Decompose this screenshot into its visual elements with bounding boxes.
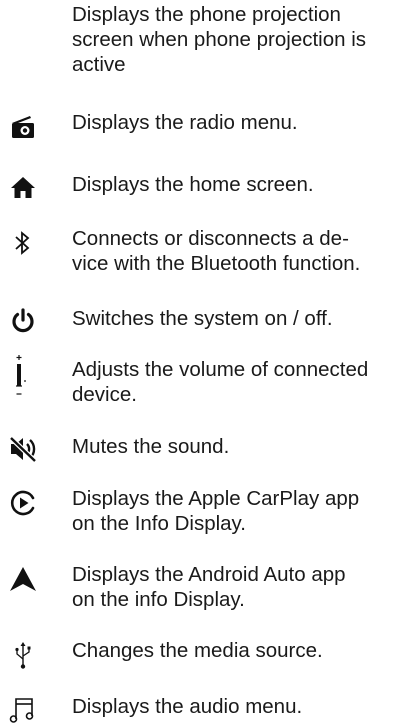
description-line: Connects or disconnects a de-: [72, 227, 349, 250]
entry-description: Switches the system on / off.: [72, 306, 419, 331]
entry-description: Displays the Android Auto app on the inf…: [72, 562, 419, 612]
description-line: Displays the Apple CarPlay app: [72, 487, 360, 510]
android-auto-icon: [6, 562, 40, 596]
description-line: on the info Display.: [72, 588, 245, 611]
description-line: Mutes the sound.: [72, 435, 230, 458]
entry-description: Displays the audio menu.: [72, 694, 419, 719]
description-line: screen when phone projection is: [72, 28, 367, 51]
entry-description: Displays the radio menu.: [72, 110, 419, 135]
description-line: Displays the Android Auto app: [72, 563, 346, 586]
entry-description: Displays the Apple CarPlay app on the In…: [72, 486, 419, 536]
home-icon: [6, 170, 40, 204]
carplay-icon: [6, 486, 40, 520]
description-line: Displays the audio menu.: [72, 695, 303, 718]
bluetooth-icon: [6, 226, 40, 260]
description-line: Adjusts the volume of connected: [72, 358, 369, 381]
power-icon: [6, 304, 40, 338]
entry-description: Mutes the sound.: [72, 434, 419, 459]
description-line: Displays the radio menu.: [72, 111, 298, 134]
description-line: Displays the phone projection: [72, 3, 341, 26]
entry-description: Displays the phone projection screen whe…: [72, 2, 419, 77]
description-line: Displays the home screen.: [72, 173, 314, 196]
entry-description: Connects or disconnects a de- vice with …: [72, 226, 419, 276]
audio-icon: [6, 692, 40, 726]
usb-icon: [6, 638, 40, 672]
description-line: vice with the Bluetooth function.: [72, 252, 361, 275]
entry-description: Changes the media source.: [72, 638, 419, 663]
entry-description: Displays the home screen.: [72, 172, 419, 197]
description-line: Changes the media source.: [72, 639, 323, 662]
mute-icon: [6, 432, 40, 466]
description-line: Switches the system on / off.: [72, 307, 333, 330]
description-line: active: [72, 53, 126, 76]
entry-description: Adjusts the volume of connected device.: [72, 357, 419, 407]
description-line: device.: [72, 383, 137, 406]
description-line: on the Info Display.: [72, 512, 246, 535]
radio-icon: [6, 110, 40, 144]
volume-knob-icon: [6, 353, 40, 397]
